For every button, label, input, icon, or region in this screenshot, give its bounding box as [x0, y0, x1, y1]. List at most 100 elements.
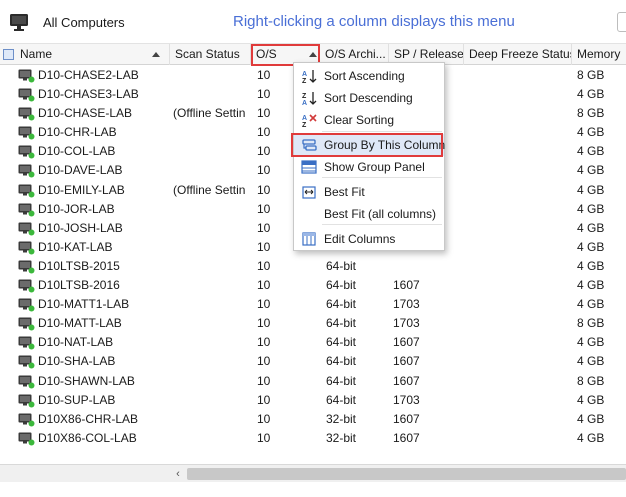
column-header-memory[interactable]: Memory: [572, 44, 626, 65]
os-arch-value: 64-bit: [326, 278, 357, 293]
computer-icon: [18, 355, 35, 369]
svg-text:A: A: [302, 115, 307, 122]
menu-item-label: Edit Columns: [324, 232, 396, 246]
column-header-deep-freeze-label: Deep Freeze Status: [469, 47, 572, 61]
computer-name: D10X86-CHR-LAB: [38, 411, 139, 426]
table-row[interactable]: D10-SHA-LAB 10 64-bit 1607 4 GB: [0, 352, 626, 371]
menu-item-show-group-panel[interactable]: Show Group Panel: [294, 156, 444, 178]
os-arch-value: 64-bit: [326, 354, 357, 369]
horizontal-scrollbar[interactable]: ‹: [0, 464, 626, 482]
table-row[interactable]: D10LTSB-2015 10 64-bit 4 GB: [0, 257, 626, 276]
sp-release-value: 1703: [393, 392, 420, 407]
table-row[interactable]: D10-SUP-LAB 10 64-bit 1703 4 GB: [0, 391, 626, 410]
memory-value: 4 GB: [577, 201, 605, 216]
computer-icon: [18, 298, 35, 312]
menu-item-label: Best Fit (all columns): [324, 207, 437, 221]
computer-icon: [18, 317, 35, 331]
column-header-os-arch-label: O/S Archi...: [325, 47, 386, 61]
scroll-left-icon[interactable]: ‹: [172, 467, 184, 481]
computer-name: D10-MATT1-LAB: [38, 297, 130, 312]
memory-value: 8 GB: [577, 106, 605, 121]
computer-name: D10X86-COL-LAB: [38, 430, 137, 445]
table-row[interactable]: D10X86-COL-LAB 10 32-bit 1607 4 GB: [0, 429, 626, 448]
sp-release-value: 1607: [393, 335, 420, 350]
computer-name: D10LTSB-2015: [38, 258, 120, 273]
computer-name: D10-KAT-LAB: [38, 239, 113, 254]
memory-value: 4 GB: [577, 87, 605, 102]
computer-name: D10-MATT-LAB: [38, 316, 122, 331]
computer-name: D10-CHR-LAB: [38, 125, 117, 140]
os-value: 10: [257, 354, 271, 369]
memory-value: 4 GB: [577, 297, 605, 312]
os-value: 10: [257, 392, 271, 407]
menu-item-clear-sorting[interactable]: A Z Clear Sorting: [294, 109, 444, 131]
svg-text:Z: Z: [302, 93, 307, 100]
table-row[interactable]: D10X86-CHR-LAB 10 32-bit 1607 4 GB: [0, 410, 626, 429]
scan-status: (Offline Settin: [173, 182, 246, 197]
column-header-sp-release-label: SP / Release: [394, 47, 464, 61]
column-header-name-label: Name: [20, 47, 53, 61]
computer-icon: [18, 279, 35, 293]
sp-release-value: 1607: [393, 373, 420, 388]
menu-separator: [322, 177, 442, 178]
svg-text:Z: Z: [302, 122, 307, 128]
column-header-scan-status-label: Scan Status: [175, 47, 240, 61]
table-row[interactable]: D10-SHAWN-LAB 10 64-bit 1607 8 GB: [0, 372, 626, 391]
computer-name: D10-SHAWN-LAB: [38, 373, 135, 388]
table-row[interactable]: D10-MATT1-LAB 10 64-bit 1703 4 GB: [0, 295, 626, 314]
scan-status: (Offline Settin: [173, 106, 246, 121]
sp-release-value: 1607: [393, 354, 420, 369]
table-row[interactable]: D10LTSB-2016 10 64-bit 1607 4 GB: [0, 276, 626, 295]
table-row[interactable]: D10-MATT-LAB 10 64-bit 1703 8 GB: [0, 314, 626, 333]
menu-item-label: Sort Ascending: [324, 69, 405, 83]
computer-icon: [18, 222, 35, 236]
sort-descending-icon: ZA: [302, 92, 317, 106]
os-value: 10: [257, 430, 271, 445]
computer-name: D10-COL-LAB: [38, 144, 116, 159]
sort-ascending-icon: AZ: [302, 70, 317, 84]
os-value: 10: [257, 316, 271, 331]
computer-icon: [18, 432, 35, 446]
table-row[interactable]: D10-NAT-LAB 10 64-bit 1607 4 GB: [0, 333, 626, 352]
computer-icon: [18, 394, 35, 408]
sp-release-value: 1607: [393, 411, 420, 426]
memory-value: 4 GB: [577, 258, 605, 273]
computer-name: D10-NAT-LAB: [38, 335, 114, 350]
computer-name: D10-SUP-LAB: [38, 392, 116, 407]
menu-item-label: Show Group Panel: [324, 160, 425, 174]
column-header-deep-freeze[interactable]: Deep Freeze Status: [464, 44, 572, 65]
computer-icon: [18, 184, 35, 198]
menu-item-label: Clear Sorting: [324, 113, 395, 127]
group-by-highlight: [291, 133, 443, 157]
os-value: 10: [257, 258, 271, 273]
computer-name: D10-DAVE-LAB: [38, 163, 123, 178]
sp-release-value: 1607: [393, 430, 420, 445]
os-value: 10: [257, 335, 271, 350]
computer-icon: [18, 145, 35, 159]
menu-separator: [322, 131, 442, 132]
scrollbar-thumb[interactable]: [187, 468, 626, 480]
computer-icon: [10, 14, 28, 31]
computer-icon: [18, 126, 35, 140]
computer-name: D10LTSB-2016: [38, 278, 120, 293]
svg-text:A: A: [302, 71, 307, 78]
memory-value: 4 GB: [577, 430, 605, 445]
menu-item-sort-descending[interactable]: Z A Sort Descending: [294, 87, 444, 109]
computer-icon: [18, 413, 35, 427]
menu-item-best-fit[interactable]: Best Fit: [294, 181, 444, 203]
column-header-scan-status[interactable]: Scan Status: [170, 44, 251, 65]
computer-name: D10-CHASE2-LAB: [38, 68, 139, 82]
memory-value: 4 GB: [577, 125, 605, 140]
menu-item-sort-ascending[interactable]: A Z Sort Ascending: [294, 65, 444, 87]
toolbar-button-edge[interactable]: [617, 12, 626, 32]
memory-value: 4 GB: [577, 392, 605, 407]
sp-release-value: 1703: [393, 297, 420, 312]
svg-text:A: A: [302, 100, 307, 106]
computer-icon: [18, 203, 35, 217]
memory-value: 4 GB: [577, 335, 605, 350]
os-value: 10: [257, 373, 271, 388]
column-header-name[interactable]: Name: [0, 44, 170, 65]
menu-item-edit-columns[interactable]: Edit Columns: [294, 228, 444, 250]
computer-name: D10-CHASE3-LAB: [38, 87, 139, 102]
menu-item-best-fit-all-columns[interactable]: Best Fit (all columns): [294, 203, 444, 225]
